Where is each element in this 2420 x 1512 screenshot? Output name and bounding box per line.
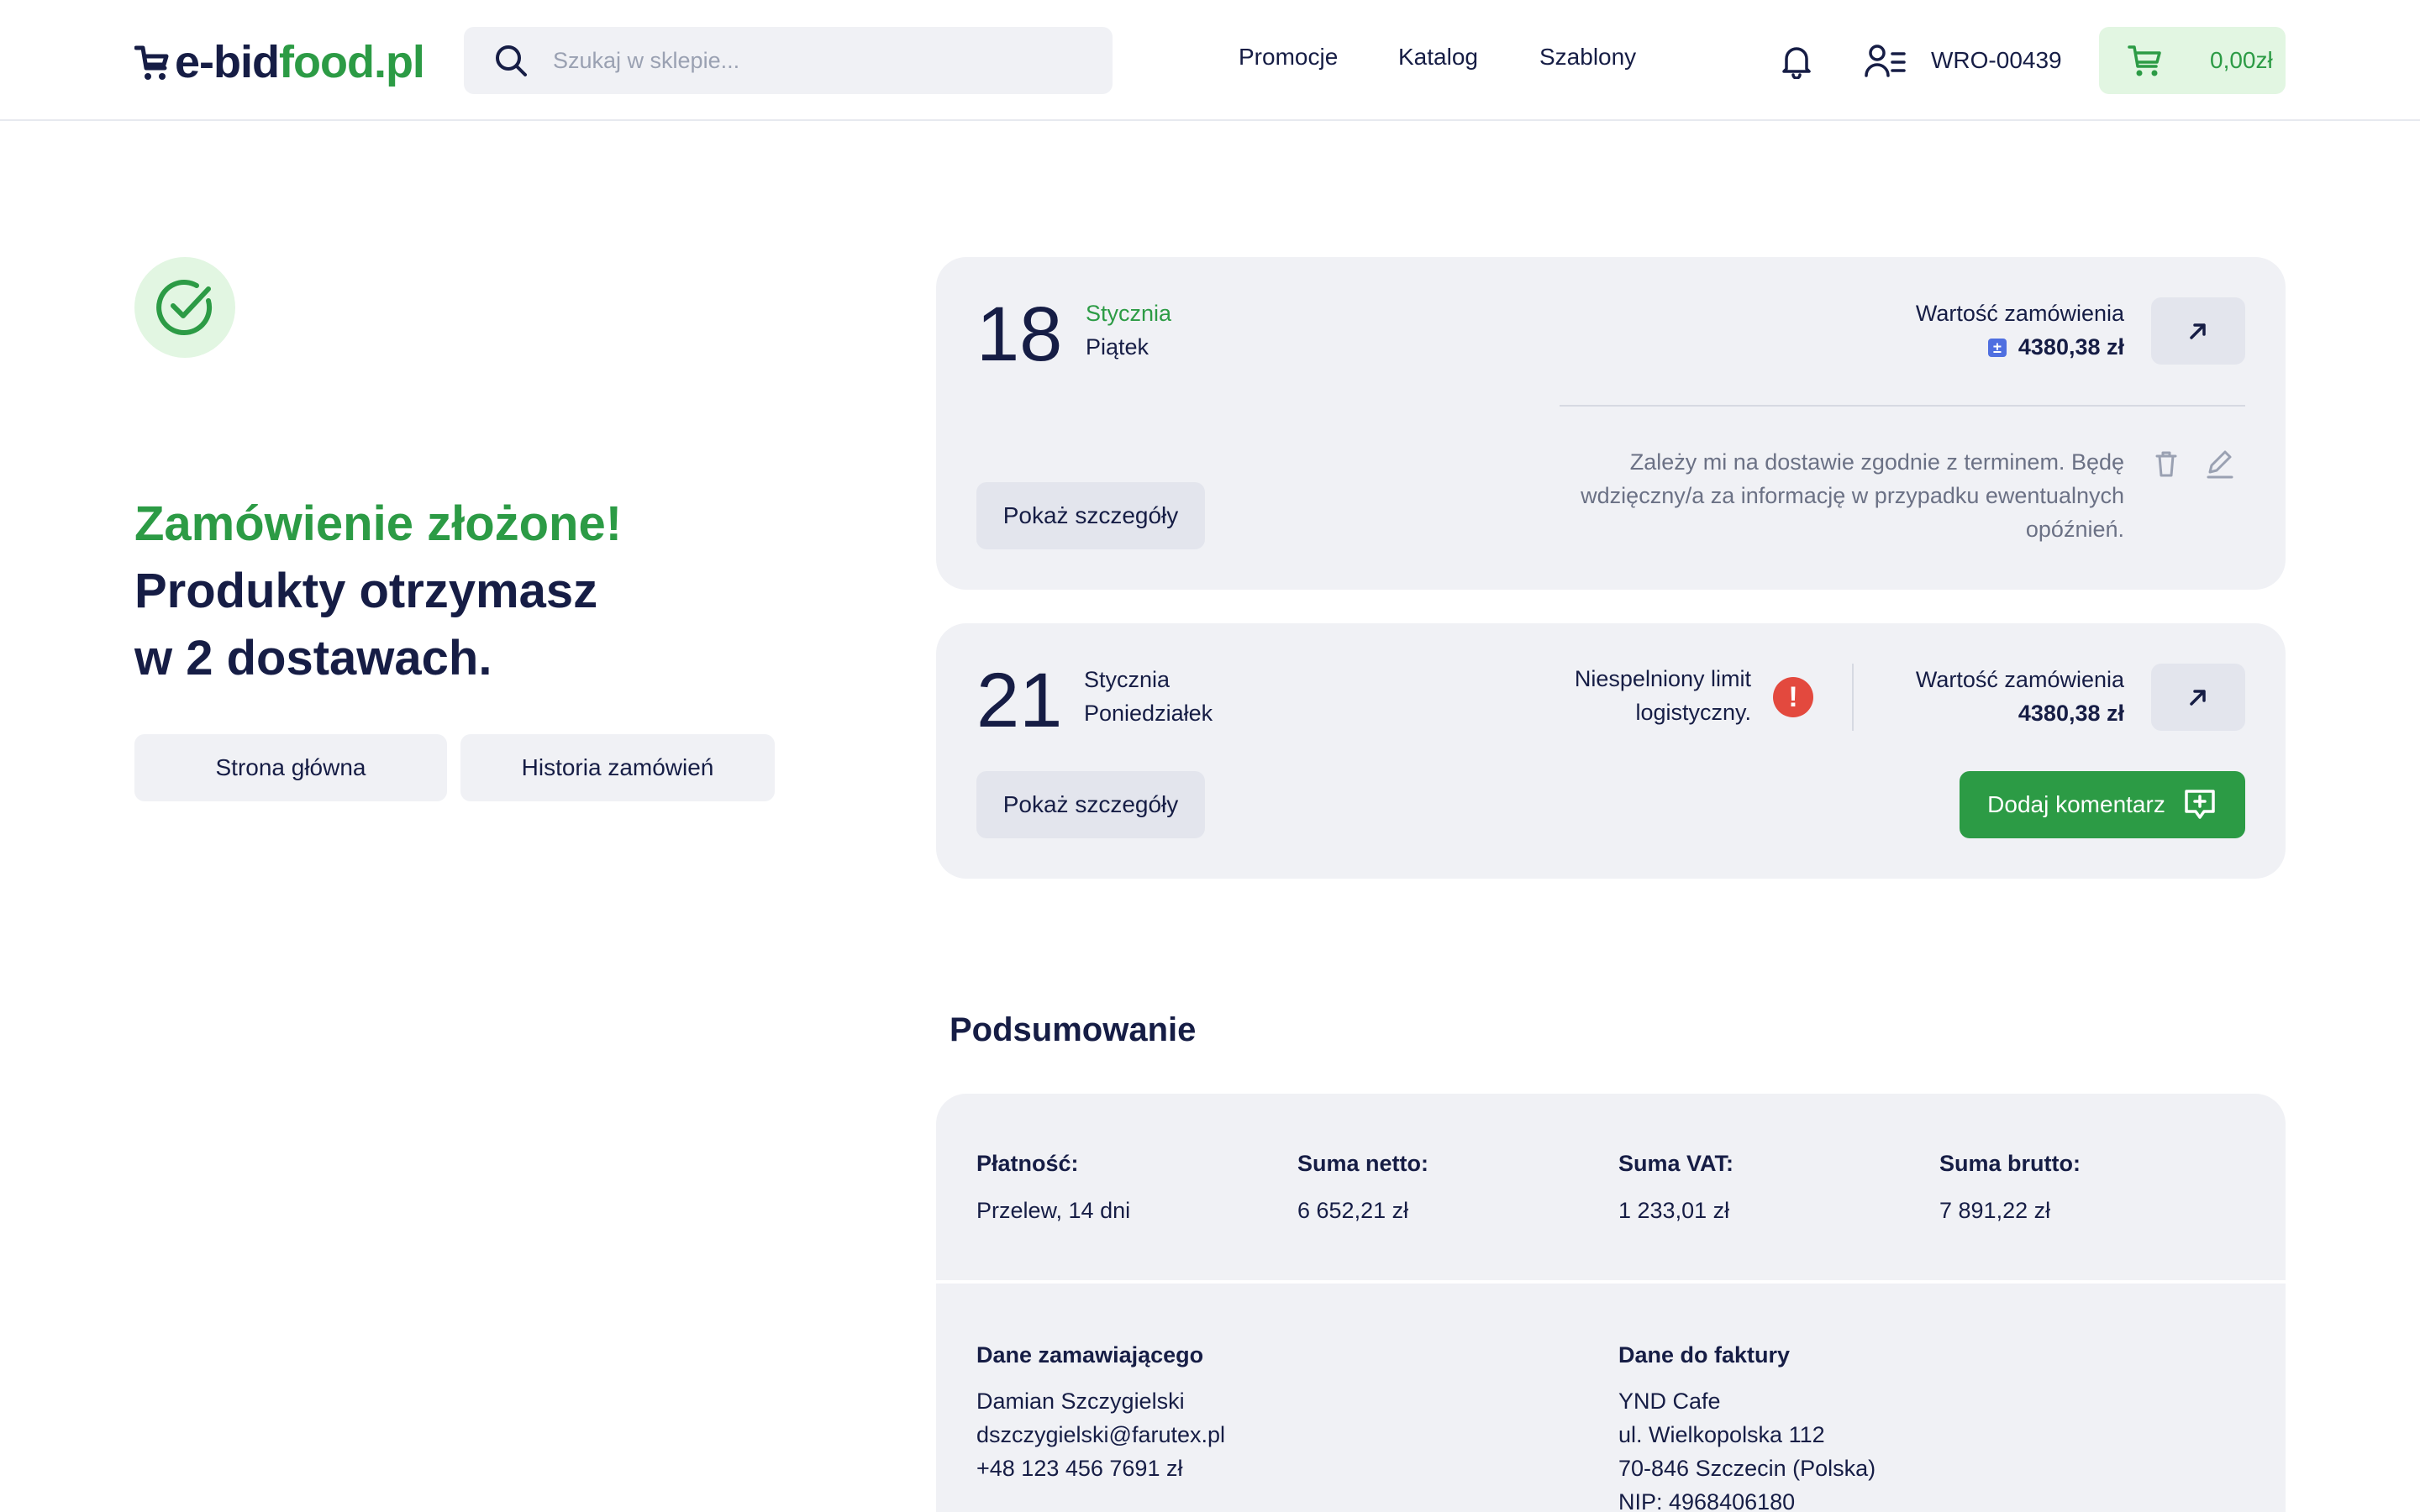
nav-katalog[interactable]: Katalog bbox=[1398, 44, 1478, 71]
order-value-amount: 4380,38 zł bbox=[2018, 334, 2124, 360]
check-circle-icon bbox=[156, 280, 213, 335]
orderer-phone: +48 123 456 7691 zł bbox=[976, 1456, 1183, 1481]
heading-line-1: Zamówienie złożone! bbox=[134, 496, 623, 551]
search-icon[interactable] bbox=[492, 42, 529, 79]
heading-line-3: w 2 dostawach. bbox=[134, 631, 492, 685]
orderer-email: dszczygielski@farutex.pl bbox=[976, 1422, 1226, 1447]
net-sum-label: Suma netto: bbox=[1297, 1151, 1429, 1176]
cart-icon bbox=[2128, 45, 2161, 76]
heading-line-2: Produkty otrzymasz bbox=[134, 564, 598, 618]
account-code[interactable]: WRO-00439 bbox=[1931, 47, 2062, 74]
order-history-button[interactable]: Historia zamówień bbox=[460, 734, 775, 801]
invoice-company: YND Cafe bbox=[1618, 1389, 1721, 1414]
delivery-card-2: 21 Stycznia Poniedziałek Niespelniony li… bbox=[936, 623, 2286, 879]
logo-cart-icon bbox=[134, 45, 169, 80]
comment-line-2: wdzięczny/a za informację w przypadku ew… bbox=[1581, 483, 2124, 508]
logistics-limit-warning: Niespelniony limit logistyczny. bbox=[1465, 662, 1751, 729]
add-comment-button[interactable]: Dodaj komentarz bbox=[1960, 771, 2245, 838]
order-value-label: Wartość zamówienia bbox=[1915, 667, 2124, 692]
expand-delivery-button[interactable] bbox=[2151, 297, 2245, 365]
orderer-label: Dane zamawiającego bbox=[976, 1342, 1204, 1368]
add-comment-icon bbox=[2185, 790, 2215, 819]
card-divider bbox=[1560, 405, 2245, 407]
warning-line-2: logistyczny. bbox=[1635, 700, 1751, 725]
delivery-month: Stycznia bbox=[1084, 667, 1171, 692]
delivery-day: 21 bbox=[976, 658, 1063, 743]
alert-icon[interactable]: ! bbox=[1773, 677, 1813, 717]
invoice-label: Dane do faktury bbox=[1618, 1342, 1791, 1368]
delivery-comment: Zależy mi na dostawie zgodnie z terminem… bbox=[1502, 445, 2124, 546]
arrow-up-right-icon bbox=[2190, 323, 2206, 339]
logo-prefix: e-bid bbox=[175, 37, 280, 87]
payment-value: Przelew, 14 dni bbox=[976, 1198, 1131, 1223]
net-sum-value: 6 652,21 zł bbox=[1297, 1198, 1409, 1223]
comment-line-1: Zależy mi na dostawie zgodnie z terminem… bbox=[1629, 449, 2124, 475]
bell-icon[interactable] bbox=[1778, 42, 1815, 79]
show-details-button[interactable]: Pokaż szczegóły bbox=[976, 771, 1205, 838]
summary-card: Płatność: Przelew, 14 dni Suma netto: 6 … bbox=[936, 1094, 2286, 1512]
arrow-up-right-icon bbox=[2190, 690, 2206, 706]
logo-suffix: food.pl bbox=[279, 37, 425, 87]
order-value-label: Wartość zamówienia bbox=[1915, 301, 2124, 326]
gross-sum-value: 7 891,22 zł bbox=[1939, 1198, 2051, 1223]
invoice-city: 70-846 Szczecin (Polska) bbox=[1618, 1456, 1876, 1481]
user-account-icon[interactable] bbox=[1864, 42, 1906, 79]
top-header: e-bidfood.pl Promocje Katalog Szablony W… bbox=[0, 0, 2420, 121]
nav-szablony[interactable]: Szablony bbox=[1539, 44, 1636, 71]
vat-sum-label: Suma VAT: bbox=[1618, 1151, 1734, 1176]
home-button[interactable]: Strona główna bbox=[134, 734, 447, 801]
search-bar bbox=[464, 27, 1113, 94]
gross-sum-label: Suma brutto: bbox=[1939, 1151, 2081, 1176]
order-value-amount: 4380,38 zł bbox=[2018, 701, 2124, 726]
summary-separator bbox=[936, 1280, 2286, 1284]
vat-sum-value: 1 233,01 zł bbox=[1618, 1198, 1730, 1223]
edit-pencil-icon[interactable] bbox=[2203, 447, 2237, 480]
invoice-street: ul. Wielkopolska 112 bbox=[1618, 1422, 1825, 1447]
show-details-button[interactable]: Pokaż szczegóły bbox=[976, 482, 1205, 549]
success-badge bbox=[134, 257, 235, 358]
cart-button[interactable]: 0,00zł bbox=[2099, 27, 2286, 94]
add-comment-label: Dodaj komentarz bbox=[1987, 791, 2165, 817]
payment-label: Płatność: bbox=[976, 1151, 1079, 1176]
comment-line-3: opóźnień. bbox=[2025, 517, 2124, 542]
expand-delivery-button[interactable] bbox=[2151, 664, 2245, 731]
invoice-details: YND Cafe ul. Wielkopolska 112 70-846 Szc… bbox=[1618, 1384, 1876, 1512]
summary-title: Podsumowanie bbox=[950, 1011, 1197, 1048]
warning-line-1: Niespelniony limit bbox=[1574, 666, 1751, 691]
order-placed-heading: Zamówienie złożone! Produkty otrzymasz w… bbox=[134, 491, 622, 692]
trash-icon[interactable] bbox=[2149, 447, 2183, 480]
delivery-card-1: 18 Stycznia Piątek Wartość zamówienia ± … bbox=[936, 257, 2286, 590]
nav-promocje[interactable]: Promocje bbox=[1239, 44, 1338, 71]
delivery-weekday: Poniedziałek bbox=[1084, 701, 1213, 726]
search-input[interactable] bbox=[553, 47, 1057, 74]
order-value: ± 4380,38 zł bbox=[1987, 334, 2124, 360]
orderer-details: Damian Szczygielski dszczygielski@farute… bbox=[976, 1384, 1225, 1485]
orderer-name: Damian Szczygielski bbox=[976, 1389, 1185, 1414]
cart-amount: 0,00zł bbox=[2210, 47, 2273, 73]
invoice-nip: NIP: 4968406180 bbox=[1618, 1489, 1796, 1512]
delivery-day: 18 bbox=[976, 291, 1063, 377]
vertical-divider bbox=[1852, 664, 1854, 731]
delivery-weekday: Piątek bbox=[1086, 334, 1150, 360]
brand-logo[interactable]: e-bid food.pl bbox=[134, 37, 425, 87]
delivery-month: Stycznia bbox=[1086, 301, 1172, 326]
plus-minus-icon: ± bbox=[1987, 338, 2007, 357]
